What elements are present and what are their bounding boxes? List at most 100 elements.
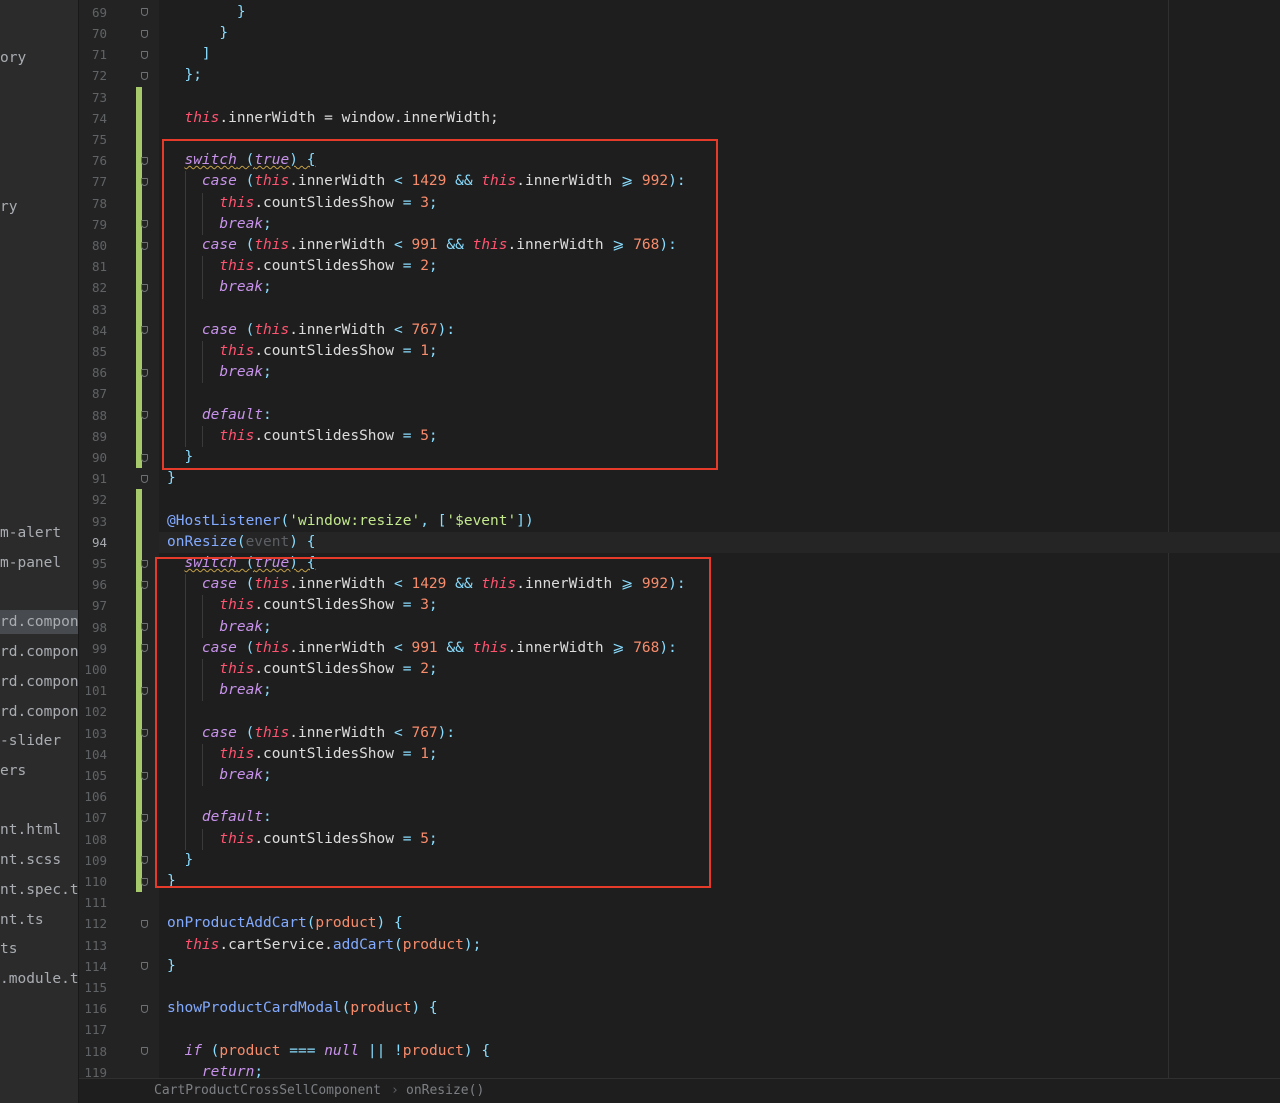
code-line[interactable]: } — [167, 956, 176, 977]
code-token: this — [219, 343, 255, 359]
sidebar-file-item[interactable]: nt.scss — [0, 848, 61, 872]
code-line[interactable]: } — [167, 2, 246, 23]
sidebar-file-item[interactable]: ers — [0, 759, 26, 783]
code-line[interactable]: this.countSlidesShow = 2; — [167, 659, 437, 680]
fold-marker-icon[interactable] — [141, 729, 148, 738]
code-line[interactable]: this.countSlidesShow = 5; — [167, 829, 437, 850]
code-line[interactable]: ] — [167, 44, 211, 65]
code-line[interactable]: this.countSlidesShow = 1; — [167, 341, 437, 362]
fold-marker-icon[interactable] — [141, 220, 148, 229]
code-line[interactable]: case (this.innerWidth < 991 && this.inne… — [167, 235, 677, 256]
code-line[interactable]: }; — [167, 65, 202, 86]
code-line[interactable]: switch (true) { — [167, 553, 315, 574]
fold-marker-icon[interactable] — [141, 368, 148, 377]
sidebar-file-item[interactable]: nt.html — [0, 818, 61, 842]
code-line[interactable]: break; — [167, 680, 271, 701]
code-line[interactable]: switch (true) { — [167, 150, 315, 171]
sidebar-file-item[interactable]: rd.compone — [0, 610, 78, 634]
fold-marker-icon[interactable] — [141, 474, 148, 483]
code-line[interactable]: this.countSlidesShow = 1; — [167, 744, 437, 765]
code-line[interactable]: } — [167, 468, 176, 489]
code-line[interactable]: } — [167, 850, 193, 871]
code-token: .countSlidesShow — [254, 597, 403, 614]
fold-marker-icon[interactable] — [141, 686, 148, 695]
fold-marker-icon[interactable] — [141, 8, 148, 17]
sidebar-file-item[interactable]: rd.compone — [0, 700, 78, 724]
code-token: ] — [167, 46, 211, 63]
code-line[interactable]: } — [167, 871, 176, 892]
breadcrumb-class[interactable]: CartProductCrossSellComponent — [154, 1079, 381, 1103]
fold-marker-icon[interactable] — [141, 71, 148, 80]
sidebar-file-item[interactable]: nt.spec.t — [0, 878, 78, 902]
sidebar-file-item[interactable]: ts — [0, 937, 17, 961]
sidebar-file-item[interactable]: rd.compone — [0, 640, 78, 664]
fold-marker-icon[interactable] — [141, 919, 148, 928]
code-token: }; — [167, 67, 202, 84]
fold-marker-icon[interactable] — [141, 813, 148, 822]
code-line[interactable]: break; — [167, 277, 271, 298]
code-line[interactable]: @HostListener('window:resize', ['$event'… — [167, 511, 534, 532]
fold-marker-icon[interactable] — [141, 326, 148, 335]
fold-marker-icon[interactable] — [141, 877, 148, 886]
code-line[interactable]: default: — [167, 405, 272, 426]
code-token: true — [254, 555, 290, 571]
code-line[interactable]: case (this.innerWidth < 1429 && this.inn… — [167, 574, 686, 595]
code-token: ; — [428, 194, 438, 211]
sidebar-file-item[interactable]: .module.t — [0, 967, 78, 991]
sidebar-file-item[interactable]: -slider — [0, 729, 61, 753]
fold-marker-icon[interactable] — [141, 50, 148, 59]
fold-marker-icon[interactable] — [141, 856, 148, 865]
code-editor[interactable]: } } ] }; this.innerWidth = window.innerW… — [159, 0, 1280, 1080]
code-line[interactable]: this.countSlidesShow = 2; — [167, 256, 437, 277]
code-token: showProductCardModal — [167, 1000, 342, 1017]
code-line[interactable]: case (this.innerWidth < 767): — [167, 320, 455, 341]
line-number-gutter[interactable]: 69 70 71 72 73 74 75 76 77 78 79 80 81 82 83 84 85 86 87 88… — [79, 0, 222, 1080]
sidebar-file-item[interactable]: ry — [0, 195, 17, 219]
code-token: case — [201, 576, 237, 593]
fold-marker-icon[interactable] — [141, 453, 148, 462]
fold-marker-icon[interactable] — [141, 644, 148, 653]
code-line[interactable]: case (this.innerWidth < 1429 && this.inn… — [167, 171, 686, 192]
code-line[interactable]: showProductCardModal(product) { — [167, 998, 438, 1019]
fold-marker-icon[interactable] — [141, 283, 148, 292]
code-line[interactable]: this.cartService.addCart(product); — [167, 935, 481, 956]
fold-marker-icon[interactable] — [141, 559, 148, 568]
code-line[interactable]: break; — [167, 214, 271, 235]
fold-marker-icon[interactable] — [141, 962, 148, 971]
fold-marker-icon[interactable] — [141, 1047, 148, 1056]
code-token: 1 — [420, 343, 429, 359]
fold-marker-icon[interactable] — [141, 623, 148, 632]
code-line[interactable]: this.countSlidesShow = 3; — [167, 595, 437, 616]
fold-marker-icon[interactable] — [141, 156, 148, 165]
sidebar-file-item[interactable]: rd.compone — [0, 670, 78, 694]
code-line[interactable]: } — [167, 447, 193, 468]
fold-marker-icon[interactable] — [141, 411, 148, 420]
code-line[interactable]: break; — [167, 765, 271, 786]
sidebar-file-item[interactable]: m-alert — [0, 521, 61, 545]
code-line[interactable]: this.countSlidesShow = 3; — [167, 193, 438, 214]
fold-marker-icon[interactable] — [141, 29, 148, 38]
code-line[interactable]: break; — [167, 617, 271, 638]
sidebar-file-item[interactable]: nt.ts — [0, 908, 44, 932]
breadcrumb-method[interactable]: onResize() — [406, 1079, 484, 1103]
fold-marker-icon[interactable] — [141, 771, 148, 780]
code-line[interactable]: case (this.innerWidth < 767): — [167, 723, 455, 744]
code-line[interactable]: break; — [167, 362, 271, 383]
fold-marker-icon[interactable] — [141, 241, 148, 250]
fold-marker-icon[interactable] — [141, 177, 148, 186]
fold-marker-icon[interactable] — [141, 1004, 148, 1013]
sidebar-file-item[interactable]: ory — [0, 46, 26, 70]
code-line[interactable]: case (this.innerWidth < 991 && this.inne… — [167, 638, 677, 659]
code-line[interactable]: this.countSlidesShow = 5; — [167, 426, 437, 447]
code-line[interactable]: if (product === null || !product) { — [167, 1041, 490, 1062]
code-line[interactable]: onProductAddCart(product) { — [167, 913, 403, 934]
code-line[interactable]: this.innerWidth = window.innerWidth; — [167, 108, 498, 129]
code-line[interactable]: } — [167, 23, 228, 44]
code-line[interactable]: default: — [167, 807, 272, 828]
sidebar-file-item[interactable]: m-panel — [0, 551, 61, 575]
code-token: ) { — [376, 915, 403, 932]
fold-marker-icon[interactable] — [141, 580, 148, 589]
code-line[interactable]: onResize(event) { — [167, 532, 315, 553]
